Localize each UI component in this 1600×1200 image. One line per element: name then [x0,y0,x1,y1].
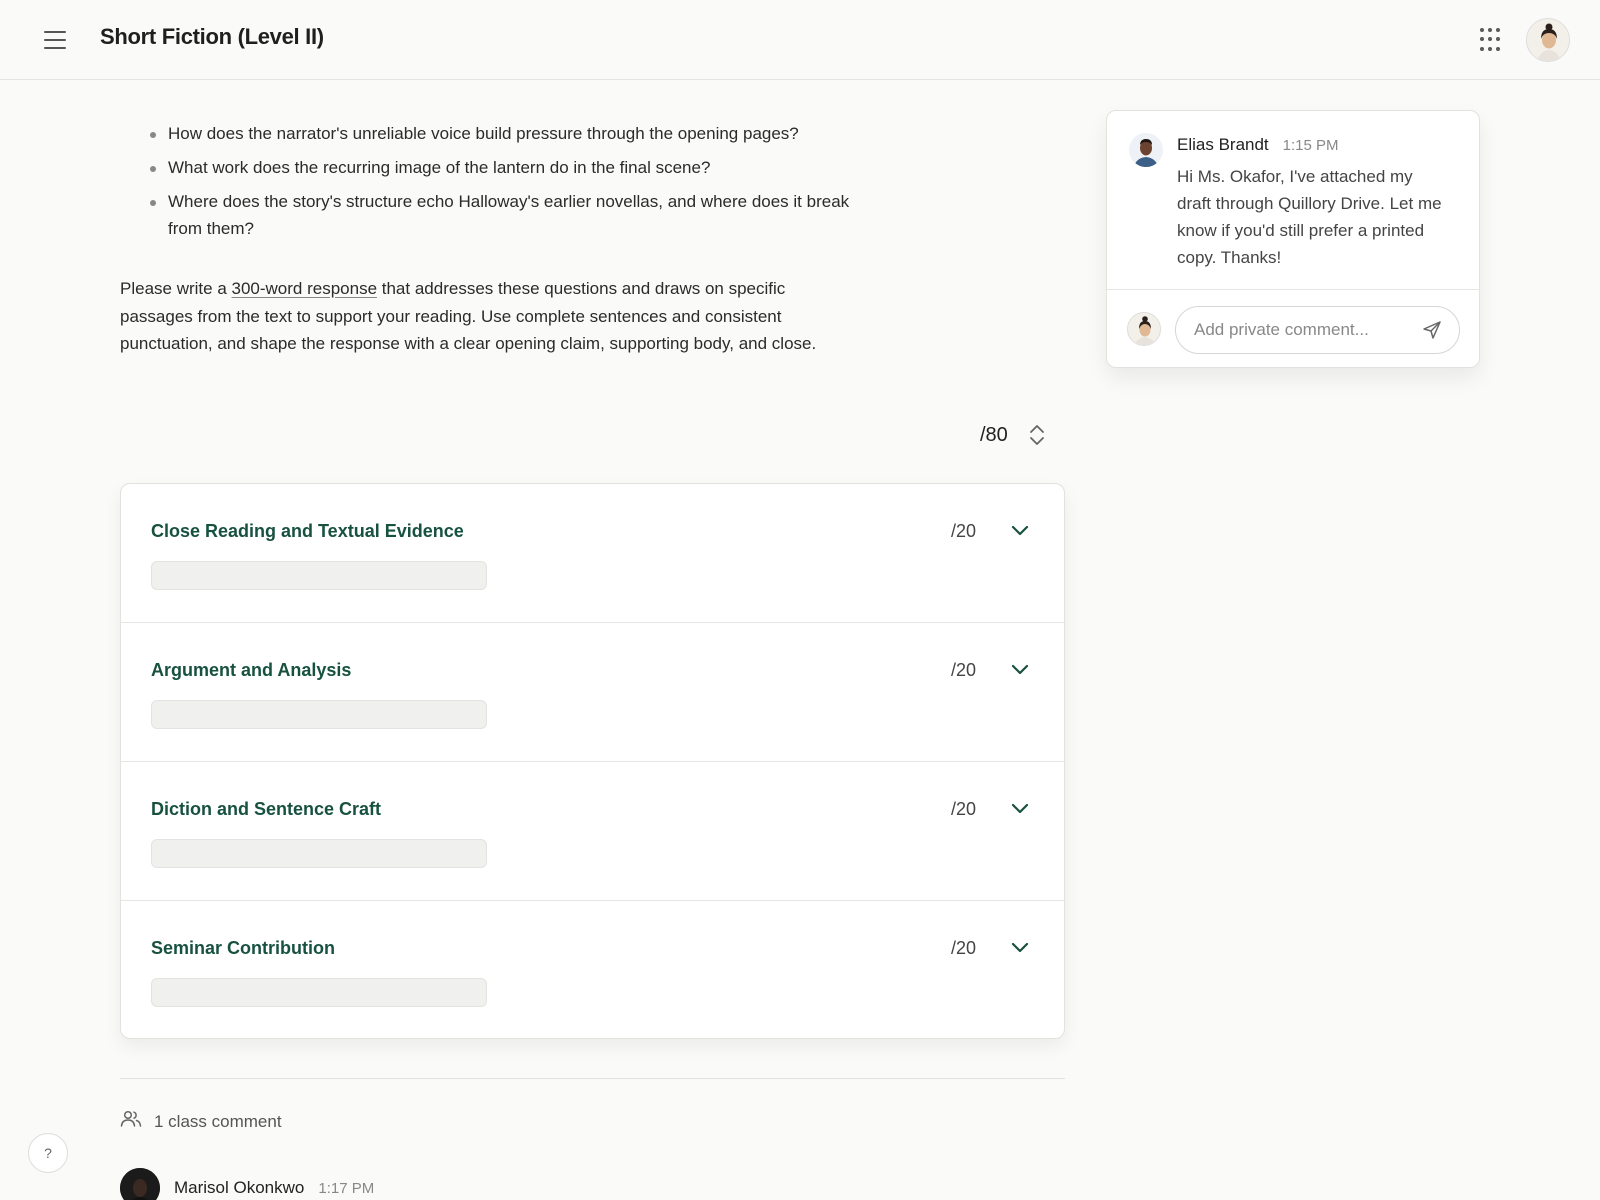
people-icon [120,1110,142,1133]
page-title: Short Fiction (Level II) [100,24,324,49]
avatar [1129,133,1163,167]
apps-grid-icon[interactable] [1480,28,1504,52]
private-comments-card: Elias Brandt 1:15 PM Hi Ms. Okafor, I've… [1106,110,1480,368]
rubric-criterion[interactable]: Seminar Contribution /20 [121,901,1064,1038]
points-stepper-icon[interactable] [1026,422,1048,448]
card-divider [1107,289,1479,290]
comment-header: Elias Brandt 1:15 PM [1177,135,1339,155]
chevron-down-icon[interactable] [1007,796,1033,822]
total-points: /80 [980,420,1048,450]
rubric-criterion[interactable]: Close Reading and Textual Evidence /20 [121,484,1064,623]
criterion-score: /20 [951,938,977,958]
question-item: How does the narrator's unreliable voice… [150,120,870,147]
section-divider [120,1078,1065,1079]
criterion-score: /20 [951,521,977,541]
criterion-score-bar [151,700,487,729]
send-icon[interactable] [1421,319,1443,341]
question-item: Where does the story's structure echo Ha… [150,188,870,242]
class-comments-toggle[interactable]: 1 class comment [120,1110,282,1133]
rubric-criterion[interactable]: Diction and Sentence Craft /20 [121,762,1064,901]
commenter-name: Elias Brandt [1177,135,1269,154]
word-count-link[interactable]: 300-word response [232,279,378,298]
private-comment-input[interactable] [1194,320,1421,340]
comment-time: 1:17 PM [318,1179,375,1197]
chevron-down-icon[interactable] [1007,657,1033,683]
commenter-name: Marisol Okonkwo [174,1178,305,1197]
total-points-label: /80 [980,423,1008,446]
criterion-score: /20 [951,660,977,680]
chevron-down-icon[interactable] [1007,935,1033,961]
menu-icon[interactable] [40,26,70,54]
criterion-title: Diction and Sentence Craft [151,799,382,819]
comment-time: 1:15 PM [1282,137,1339,154]
comment-text: Hi Ms. Okafor, I've attached my draft th… [1177,167,1442,267]
account-avatar[interactable] [1526,18,1570,62]
criterion-title: Argument and Analysis [151,660,352,680]
avatar [1127,312,1161,346]
criterion-title: Seminar Contribution [151,938,335,958]
question-item: What work does the recurring image of th… [150,154,870,181]
assignment-prompt: Please write a 300-word response that ad… [120,275,850,358]
prompt-text-start: Please write a [120,279,232,298]
avatar [120,1168,160,1200]
class-comment: Marisol Okonkwo 1:17 PM [120,1168,374,1200]
criterion-title: Close Reading and Textual Evidence [151,521,464,541]
question-list: How does the narrator's unreliable voice… [150,120,870,249]
criterion-score-bar [151,561,487,590]
top-bar: Short Fiction (Level II) [0,0,1600,80]
chevron-down-icon[interactable] [1007,518,1033,544]
class-comments-label: 1 class comment [154,1111,282,1131]
private-comment-field [1175,306,1460,354]
help-button[interactable]: ? [28,1133,68,1173]
rubric-card: Close Reading and Textual Evidence /20 A… [120,483,1065,1039]
rubric-criterion[interactable]: Argument and Analysis /20 [121,623,1064,762]
criterion-score: /20 [951,799,977,819]
criterion-score-bar [151,978,487,1007]
criterion-score-bar [151,839,487,868]
